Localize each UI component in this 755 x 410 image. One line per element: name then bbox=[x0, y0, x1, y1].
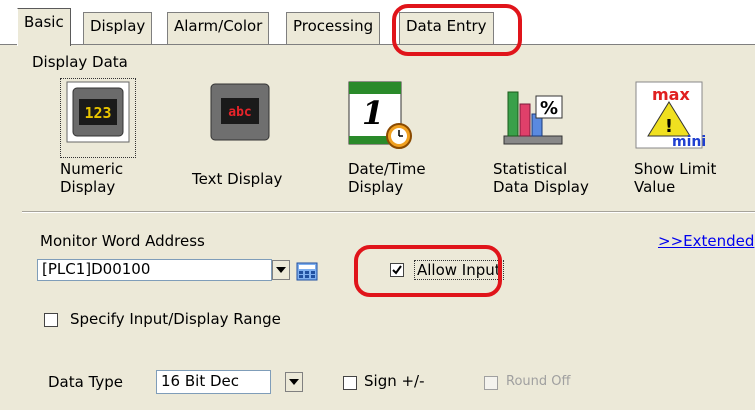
specify-range-label: Specify Input/Display Range bbox=[70, 310, 281, 328]
svg-text:abc: abc bbox=[228, 105, 251, 120]
data-type-dropdown-button[interactable] bbox=[285, 372, 303, 392]
svg-text:123: 123 bbox=[84, 104, 111, 122]
round-off-checkbox bbox=[484, 376, 498, 390]
round-off-label: Round Off bbox=[506, 374, 571, 389]
text-display-label: Text Display bbox=[192, 170, 283, 188]
tab-processing[interactable]: Processing bbox=[286, 12, 381, 44]
statistical-data-display-icon: % bbox=[503, 91, 563, 145]
date-time-display-icon: 1 bbox=[348, 81, 412, 149]
show-limit-value-label: Show Limit Value bbox=[634, 160, 717, 196]
tab-display-label: Display bbox=[90, 17, 146, 35]
monitor-word-address-label: Monitor Word Address bbox=[40, 232, 205, 250]
tab-basic[interactable]: Basic bbox=[17, 8, 71, 46]
sign-checkbox[interactable] bbox=[343, 376, 357, 390]
tab-basic-label: Basic bbox=[24, 13, 64, 31]
text-display-option[interactable]: abc bbox=[203, 78, 277, 156]
tab-data-entry[interactable]: Data Entry bbox=[399, 12, 494, 44]
data-type-select[interactable]: 16 Bit Dec bbox=[156, 370, 271, 394]
monitor-address-input[interactable]: [PLC1]D00100 bbox=[37, 259, 272, 281]
tab-alarm-color[interactable]: Alarm/Color bbox=[167, 12, 270, 44]
keypad-icon bbox=[296, 262, 318, 281]
date-time-display-option[interactable]: 1 bbox=[343, 78, 417, 156]
text-display-icon: abc bbox=[210, 83, 270, 141]
numeric-display-icon: 123 bbox=[66, 81, 130, 143]
address-dropdown-button[interactable] bbox=[272, 260, 290, 280]
svg-text:mini: mini bbox=[672, 134, 706, 150]
show-limit-value-icon: max ! mini bbox=[635, 81, 706, 150]
numeric-display-option[interactable]: 123 bbox=[60, 78, 136, 158]
sign-label: Sign +/- bbox=[364, 372, 425, 390]
tab-alarm-color-label: Alarm/Color bbox=[174, 17, 263, 35]
statistical-data-display-option[interactable]: % bbox=[496, 78, 570, 156]
show-limit-value-option[interactable]: max ! mini bbox=[632, 78, 706, 156]
allow-input-checkbox[interactable] bbox=[390, 263, 404, 277]
specify-range-checkbox[interactable] bbox=[44, 313, 58, 327]
allow-input-label[interactable]: Allow Input bbox=[414, 260, 504, 280]
chevron-down-icon bbox=[289, 379, 299, 385]
tab-processing-label: Processing bbox=[293, 17, 374, 35]
chevron-down-icon bbox=[276, 267, 286, 273]
section-separator bbox=[22, 211, 755, 213]
svg-text:1: 1 bbox=[362, 94, 384, 132]
date-time-display-label: Date/Time Display bbox=[348, 160, 426, 196]
tab-data-entry-label: Data Entry bbox=[406, 17, 487, 35]
tab-strip: Basic Display Alarm/Color Processing Dat… bbox=[0, 0, 755, 46]
svg-text:max: max bbox=[652, 85, 690, 104]
checkmark-icon bbox=[392, 265, 402, 275]
address-input-keypad-button[interactable] bbox=[295, 260, 319, 282]
svg-text:%: % bbox=[540, 98, 558, 119]
numeric-display-label: Numeric Display bbox=[60, 160, 124, 196]
display-data-heading: Display Data bbox=[32, 53, 128, 71]
tab-display[interactable]: Display bbox=[83, 12, 153, 44]
extended-link[interactable]: >>Extended bbox=[658, 232, 754, 250]
statistical-data-display-label: Statistical Data Display bbox=[493, 160, 589, 196]
data-type-label: Data Type bbox=[48, 373, 124, 391]
